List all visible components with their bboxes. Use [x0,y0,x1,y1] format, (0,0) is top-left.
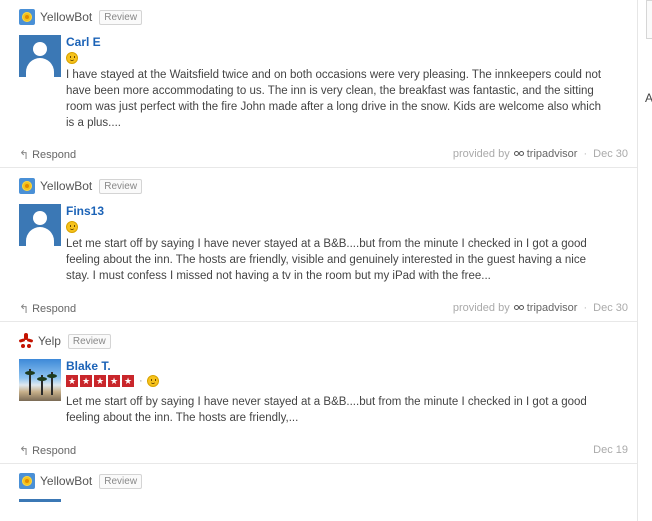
review-type-badge: Review [99,178,143,194]
respond-label: Respond [32,303,77,315]
provider-name: tripadvisor [526,302,578,314]
review-meta: provided by tripadvisor · Dec 30 [453,148,628,160]
side-panel-letter: A [645,91,652,105]
review-source-row: YellowBot Review [19,8,143,26]
avatar[interactable] [19,359,61,401]
reply-arrow-icon: ↰ [19,302,30,316]
avatar-photo-frond [47,374,57,378]
reply-arrow-icon: ↰ [19,444,30,458]
review-source-row: YellowBot Review [19,472,143,490]
respond-button[interactable]: ↰ Respond [19,302,76,316]
meta-separator: · [583,148,588,160]
tripadvisor-owl-icon [513,304,525,312]
avatar-photo-frond [37,377,47,381]
yellowbot-logo-icon [19,9,35,25]
reviewer-name[interactable]: Blake T. [66,359,111,373]
avatar[interactable] [19,499,61,502]
meta-separator: · [583,302,588,314]
tripadvisor-link[interactable]: tripadvisor [513,302,578,314]
avatar-head [33,42,47,56]
avatar[interactable] [19,35,61,77]
yelp-logo-icon [18,333,34,349]
respond-button[interactable]: ↰ Respond [19,148,76,162]
tripadvisor-owl-icon [513,150,525,158]
provider-name: tripadvisor [526,148,578,160]
review-source-name[interactable]: YellowBot [40,10,92,24]
respond-button[interactable]: ↰ Respond [19,444,76,458]
reply-arrow-icon: ↰ [19,148,30,162]
review-date: Dec 30 [593,302,628,314]
review-text: I have stayed at the Waitsfield twice an… [66,69,602,129]
review-meta: Dec 19 [593,444,628,456]
side-panel-box [646,0,652,39]
review-date: Dec 30 [593,148,628,160]
review-card: YellowBot Review Fins13 Let me start off… [0,168,637,322]
star-icon: ★ [80,375,92,387]
provided-by-label: provided by [452,148,510,160]
smiley-icon [66,221,78,233]
respond-label: Respond [32,445,77,457]
reviewer-name[interactable]: Carl E [66,35,101,49]
yelp-burst-left [18,338,26,343]
review-feed: YellowBot Review Carl E I have stayed at… [0,0,638,521]
review-card: YellowBot Review Carl E I have stayed at… [0,0,637,168]
provided-by-label: provided by [452,302,510,314]
yellowbot-logo-icon [19,178,35,194]
review-type-badge: Review [67,333,111,349]
review-card: YellowBot Review [0,464,637,521]
review-text: Let me start off by saying I have never … [66,396,587,424]
star-icon: ★ [66,375,78,387]
smiley-icon [66,52,78,64]
avatar[interactable] [19,204,61,246]
yellowbot-logo-icon [19,473,35,489]
review-source-row: YellowBot Review [19,177,143,195]
avatar-body [26,58,54,77]
avatar-head [33,211,47,225]
star-icon: ★ [94,375,106,387]
respond-label: Respond [32,149,77,161]
smiley-icon [146,375,159,387]
review-source-row: Yelp Review [18,332,111,350]
review-type-badge: Review [99,473,143,489]
review-source-name[interactable]: YellowBot [40,179,92,193]
star-icon: ★ [122,375,134,387]
review-type-badge: Review [99,9,143,25]
avatar-photo-frond [25,371,35,375]
review-source-name[interactable]: Yelp [38,334,61,348]
yelp-burst-bottom-right [27,344,31,348]
yelp-burst-bottom-left [21,344,25,348]
star-rating: ★ ★ ★ ★ ★ · [66,375,159,387]
avatar-body [26,227,54,246]
review-meta: provided by tripadvisor · Dec 30 [453,302,628,314]
star-icon: ★ [108,375,120,387]
review-date: Dec 19 [593,444,628,456]
review-source-name[interactable]: YellowBot [40,474,92,488]
review-card: Yelp Review Blake T. ★ ★ ★ ★ ★ · Let me … [0,322,637,464]
reviewer-name[interactable]: Fins13 [66,204,104,218]
rating-separator: · [139,375,143,387]
yelp-burst-right [26,338,34,343]
tripadvisor-link[interactable]: tripadvisor [513,148,578,160]
review-text: Let me start off by saying I have never … [66,238,587,282]
